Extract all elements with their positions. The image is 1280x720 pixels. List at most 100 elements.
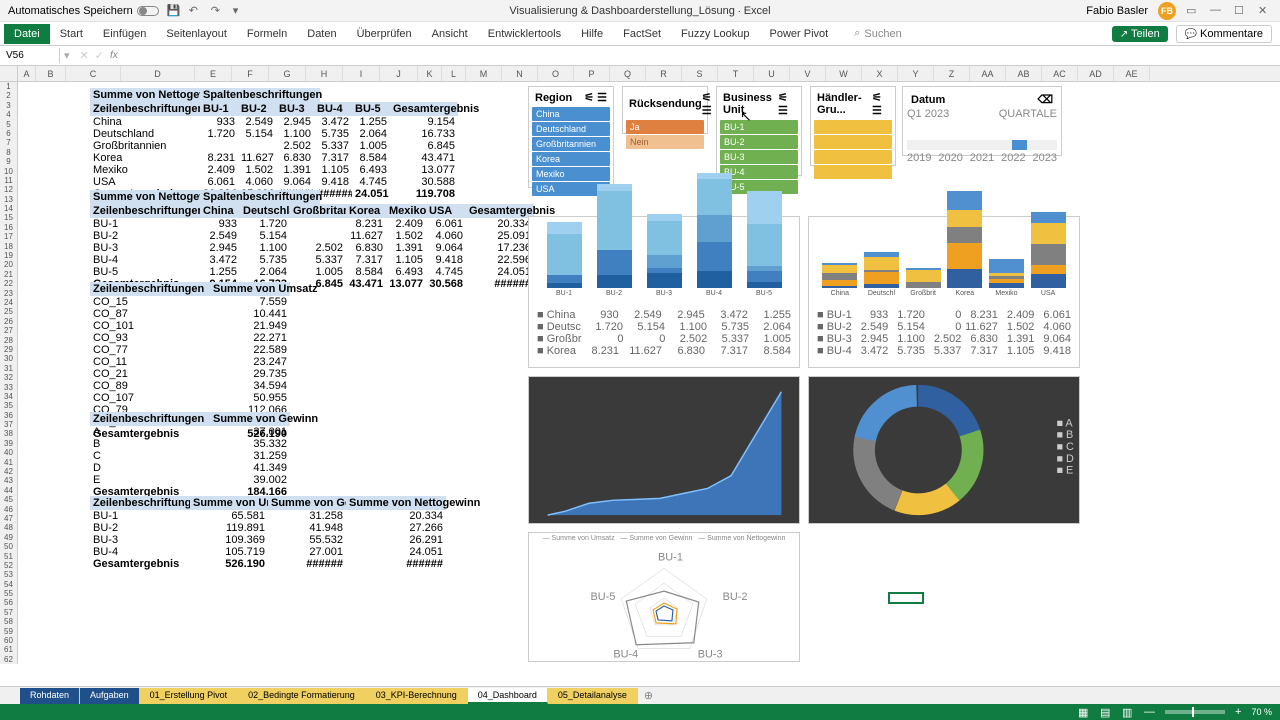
col-header[interactable]: J — [380, 66, 418, 81]
col-header[interactable]: L — [442, 66, 466, 81]
row-header[interactable]: 52 — [0, 561, 18, 570]
col-header[interactable]: T — [718, 66, 754, 81]
col-header[interactable]: G — [269, 66, 306, 81]
chart-donut[interactable]: ■ A■ B■ C■ D■ E — [808, 376, 1080, 524]
zoom-slider[interactable] — [1165, 710, 1225, 714]
tab-factset[interactable]: FactSet — [613, 24, 671, 44]
row-header[interactable]: 15 — [0, 213, 18, 222]
row-header[interactable]: 61 — [0, 645, 18, 654]
tab-start[interactable]: Start — [50, 24, 93, 44]
slicer-item[interactable] — [814, 120, 892, 134]
row-header[interactable]: 45 — [0, 495, 18, 504]
slicer-item[interactable]: BU-3 — [720, 150, 798, 164]
tab-fuzzylookup[interactable]: Fuzzy Lookup — [671, 24, 759, 44]
row-header[interactable]: 8 — [0, 148, 18, 157]
slicer-item[interactable]: Ja — [626, 120, 704, 134]
view-pagelayout-icon[interactable]: ▤ — [1100, 706, 1112, 718]
row-header[interactable]: 7 — [0, 138, 18, 147]
maximize-icon[interactable]: ☐ — [1234, 4, 1248, 18]
col-header[interactable]: AE — [1114, 66, 1150, 81]
row-header[interactable]: 13 — [0, 195, 18, 204]
row-header[interactable]: 56 — [0, 598, 18, 607]
row-header[interactable]: 12 — [0, 185, 18, 194]
tab-einfuegen[interactable]: Einfügen — [93, 24, 156, 44]
row-header[interactable]: 44 — [0, 486, 18, 495]
col-header[interactable]: D — [121, 66, 195, 81]
pivot-table-4[interactable]: ZeilenbeschriftungenSumme von Gewinn A37… — [90, 412, 290, 498]
row-header[interactable]: 35 — [0, 401, 18, 410]
slicer-filter-icon[interactable]: ⚟ ☰ — [584, 91, 607, 104]
row-header[interactable]: 19 — [0, 251, 18, 260]
avatar[interactable]: FB — [1158, 2, 1176, 20]
tab-powerpivot[interactable]: Power Pivot — [760, 24, 839, 44]
ribbon-display-icon[interactable]: ▭ — [1186, 4, 1200, 18]
zoom-level[interactable]: 70 % — [1251, 707, 1272, 717]
col-header[interactable]: I — [343, 66, 380, 81]
chart-stacked-bar-region[interactable]: ChinaDeutschlGroßbritKoreaMexikoUSA ■ BU… — [808, 216, 1080, 368]
worksheet-grid[interactable]: 1234567891011121314151617181920212223242… — [0, 82, 1280, 686]
pivot-table-1[interactable]: Summe von NettogewinnSpaltenbeschriftung… — [90, 88, 458, 200]
col-header[interactable]: U — [754, 66, 790, 81]
toggle-icon[interactable] — [137, 6, 159, 16]
col-header[interactable]: O — [538, 66, 574, 81]
row-header[interactable]: 42 — [0, 467, 18, 476]
sheet-tab[interactable]: 01_Erstellung Pivot — [140, 688, 239, 704]
row-header[interactable]: 41 — [0, 458, 18, 467]
row-header[interactable]: 47 — [0, 514, 18, 523]
autosave-toggle[interactable]: Automatisches Speichern — [8, 5, 159, 17]
col-header[interactable]: AD — [1078, 66, 1114, 81]
slicer-filter-icon[interactable]: ⚟ ☰ — [702, 91, 712, 117]
name-box[interactable]: V56 — [0, 48, 60, 63]
row-header[interactable]: 1 — [0, 82, 18, 91]
fx-icon[interactable]: fx — [110, 50, 118, 61]
tab-hilfe[interactable]: Hilfe — [571, 24, 613, 44]
chart-radar[interactable]: — Summe von Umsatz — Summe von Gewinn — … — [528, 532, 800, 662]
row-header[interactable]: 25 — [0, 307, 18, 316]
row-header[interactable]: 62 — [0, 655, 18, 664]
col-header[interactable]: S — [682, 66, 718, 81]
row-header[interactable]: 23 — [0, 289, 18, 298]
row-header[interactable]: 11 — [0, 176, 18, 185]
row-header[interactable]: 9 — [0, 157, 18, 166]
tab-datei[interactable]: Datei — [4, 24, 50, 44]
sheet-tab[interactable]: 03_KPI-Berechnung — [366, 688, 468, 704]
slicer-ruecksendung[interactable]: Rücksendung⚟ ☰ Ja Nein — [622, 86, 708, 134]
row-header[interactable]: 18 — [0, 242, 18, 251]
row-header[interactable]: 39 — [0, 439, 18, 448]
slicer-handler[interactable]: Händler-Gru...⚟ ☰ — [810, 86, 896, 166]
col-header[interactable]: X — [862, 66, 898, 81]
col-header[interactable]: Y — [898, 66, 934, 81]
namebox-dropdown-icon[interactable]: ▾ — [60, 49, 74, 62]
row-header[interactable]: 40 — [0, 448, 18, 457]
slicer-item[interactable]: BU-1 — [720, 120, 798, 134]
col-header[interactable]: AC — [1042, 66, 1078, 81]
row-header[interactable]: 37 — [0, 420, 18, 429]
tab-ansicht[interactable]: Ansicht — [422, 24, 478, 44]
pivot-table-2[interactable]: Summe von NettogewinnSpaltenbeschriftung… — [90, 190, 534, 290]
tab-daten[interactable]: Daten — [297, 24, 346, 44]
redo-icon[interactable]: ↷ — [211, 4, 225, 18]
row-header[interactable]: 34 — [0, 392, 18, 401]
row-header[interactable]: 58 — [0, 617, 18, 626]
sheet-tab[interactable]: 04_Dashboard — [468, 688, 548, 704]
col-header[interactable]: C — [66, 66, 121, 81]
row-header[interactable]: 32 — [0, 373, 18, 382]
cancel-formula-icon[interactable]: ✕ — [80, 49, 89, 62]
pivot-table-5[interactable]: ZeilenbeschriftungenSumme von UmsatzSumm… — [90, 496, 446, 570]
row-header[interactable]: 46 — [0, 505, 18, 514]
row-header[interactable]: 48 — [0, 523, 18, 532]
timeline-datum[interactable]: Datum⌫ Q1 2023QUARTALE 20192020202120222… — [902, 86, 1062, 156]
tab-formeln[interactable]: Formeln — [237, 24, 297, 44]
minimize-icon[interactable]: — — [1210, 4, 1224, 18]
col-header[interactable]: AA — [970, 66, 1006, 81]
slicer-item[interactable]: Nein — [626, 135, 704, 149]
search-field[interactable]: ⌕ Suchen — [854, 27, 901, 40]
row-header[interactable]: 54 — [0, 580, 18, 589]
col-header[interactable]: H — [306, 66, 343, 81]
close-icon[interactable]: ✕ — [1258, 4, 1272, 18]
sheet-tab[interactable]: Rohdaten — [20, 688, 80, 704]
slicer-item[interactable] — [814, 165, 892, 179]
col-header[interactable]: Q — [610, 66, 646, 81]
enter-formula-icon[interactable]: ✓ — [95, 49, 104, 62]
row-header[interactable]: 14 — [0, 204, 18, 213]
